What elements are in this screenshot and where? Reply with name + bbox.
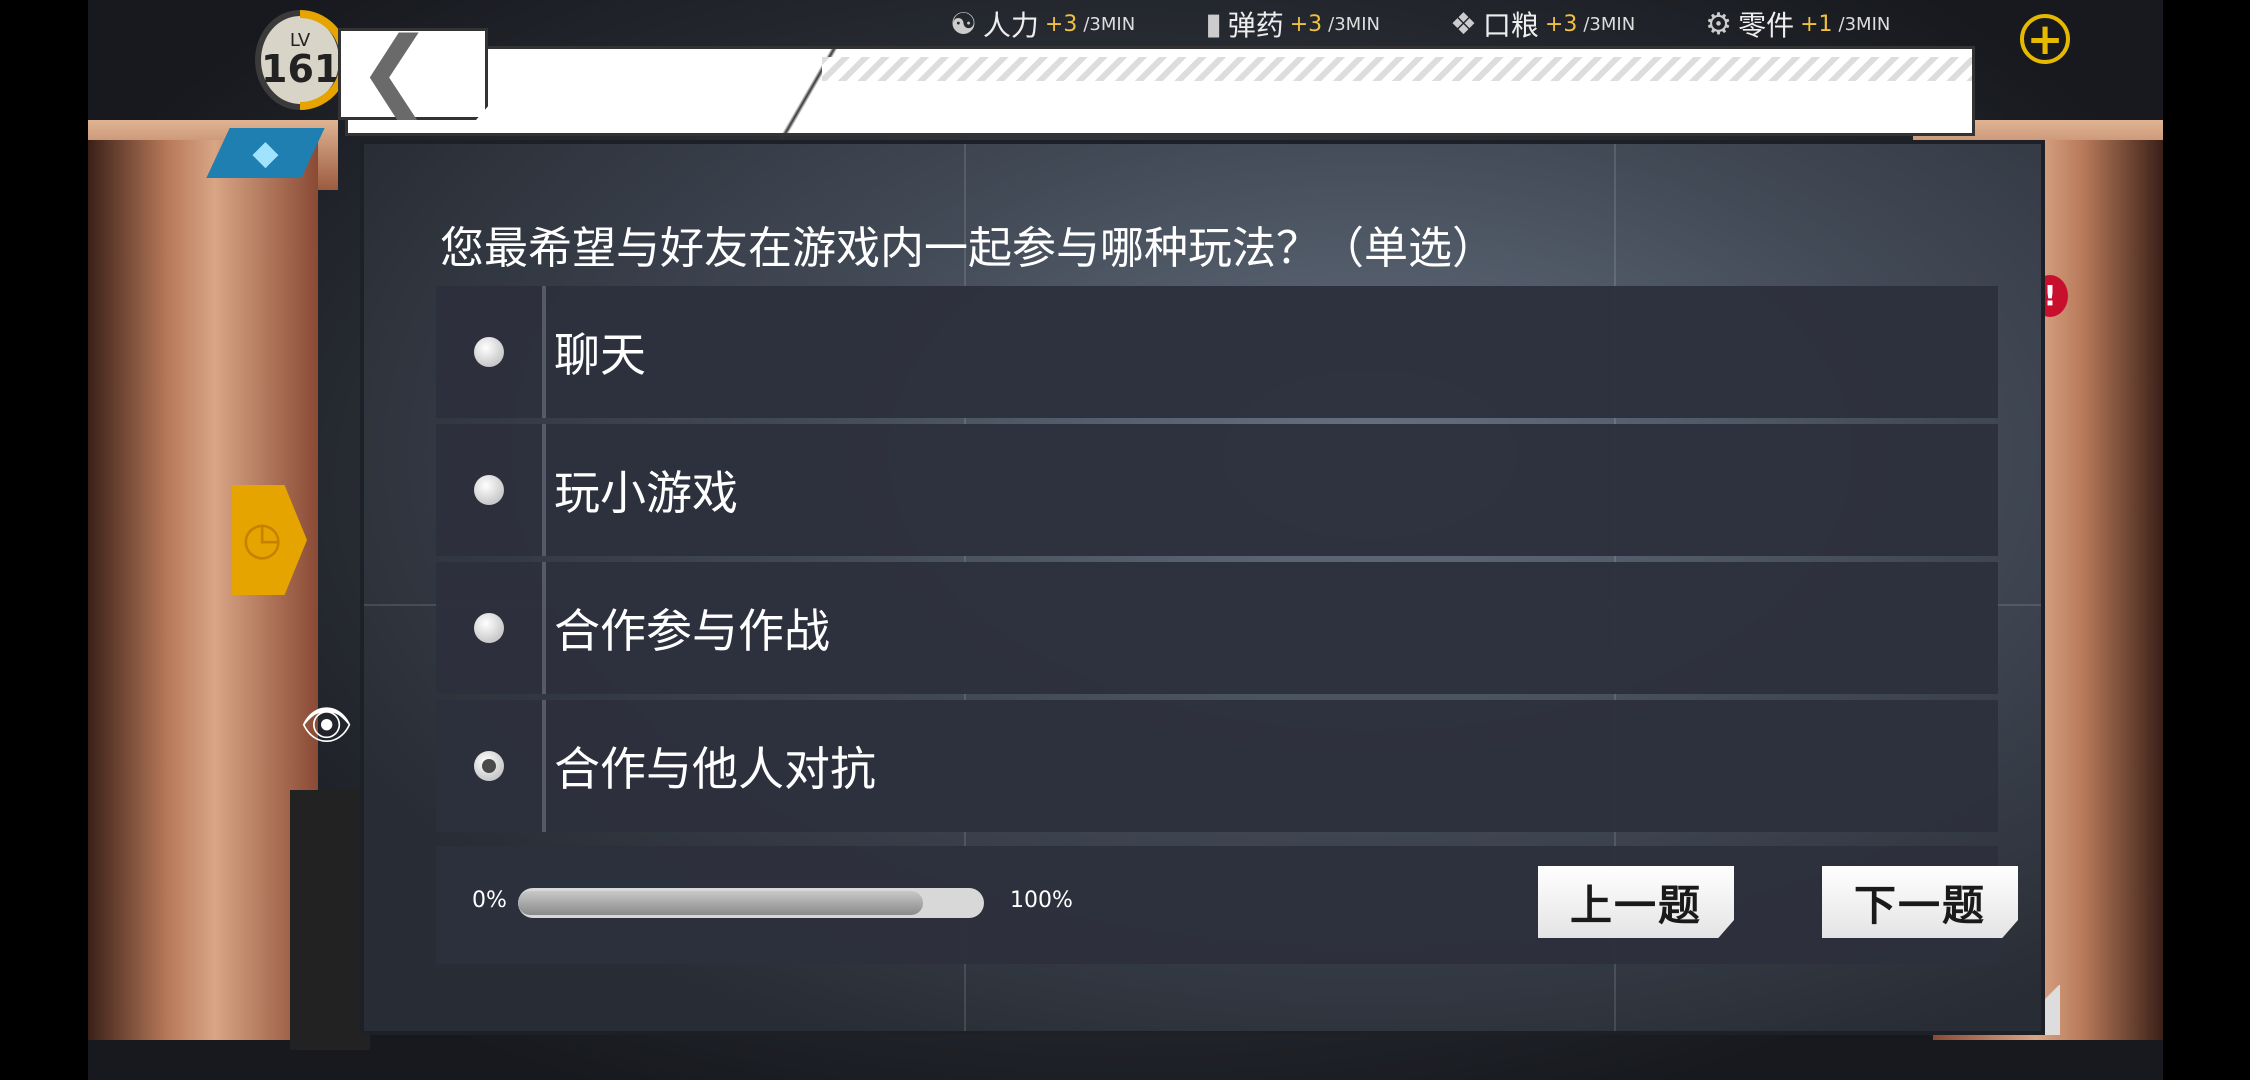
resource-name: 弹药 (1227, 9, 1284, 42)
resource-ammo: ▮ 弹药 +3/3MIN (1205, 4, 1380, 44)
eye-icon[interactable]: 👁 (300, 700, 353, 750)
resource-unit: /3MIN (1838, 13, 1891, 35)
resource-name: 人力 (982, 9, 1039, 42)
ration-icon: ❖ (1449, 6, 1477, 42)
radio-cell[interactable] (436, 424, 546, 556)
resource-rate: +3 (1544, 11, 1578, 37)
resource-manpower: ☯ 人力 +3/3MIN (950, 4, 1135, 44)
resource-unit: /3MIN (1328, 13, 1380, 35)
option-label: 合作与他人对抗 (554, 742, 876, 796)
survey-option[interactable]: 合作参与作战 (436, 562, 1998, 694)
gear-icon: ⚙ (1705, 6, 1733, 42)
option-label: 玩小游戏 (554, 466, 738, 520)
radio-cell[interactable] (436, 562, 546, 694)
survey-option[interactable]: 聊天 (436, 286, 1998, 418)
progress-start-label: 0% (472, 888, 507, 913)
back-button[interactable]: ❮ (338, 28, 488, 120)
survey-footer: 0% 100% 上一题 下一题 (436, 846, 2018, 964)
resource-name: 口粮 (1482, 9, 1539, 42)
next-question-button[interactable]: 下一题 (1822, 866, 2018, 938)
radio-button[interactable] (474, 475, 504, 505)
radio-button[interactable] (474, 337, 504, 367)
progress-fill (518, 891, 924, 915)
header-stripes (822, 57, 1972, 81)
resource-parts: ⚙ 零件 +1/3MIN (1705, 4, 1890, 44)
add-resource-button[interactable]: + (2020, 14, 2070, 64)
resource-rate: +1 (1800, 11, 1833, 37)
option-label: 合作参与作战 (554, 604, 830, 658)
people-icon: ☯ (950, 6, 977, 42)
previous-question-button[interactable]: 上一题 (1538, 866, 1734, 938)
clock-icon: ◷ (242, 511, 283, 565)
radio-button[interactable] (474, 751, 504, 781)
resource-ration: ❖ 口粮 +3/3MIN (1450, 4, 1635, 44)
radio-button[interactable] (474, 613, 504, 643)
survey-option[interactable]: 合作与他人对抗 (436, 700, 1998, 832)
survey-question: 您最希望与好友在游戏内一起参与哪种玩法？（单选） (440, 223, 1496, 274)
diamond-icon: ◆ (252, 133, 279, 173)
radio-cell[interactable] (436, 700, 546, 832)
option-list: 聊天 玩小游戏 合作参与作战 合作与他人对抗 (436, 286, 1998, 838)
chevron-left-icon: ❮ (357, 18, 433, 123)
survey-option[interactable]: 玩小游戏 (436, 424, 1998, 556)
left-event-card[interactable] (290, 790, 370, 1050)
resource-rate: +3 (1289, 11, 1323, 37)
resource-rate: +3 (1044, 11, 1078, 37)
resource-unit: /3MIN (1083, 13, 1136, 35)
ammo-icon: ▮ (1205, 6, 1222, 42)
survey-dialog: 您最希望与好友在游戏内一起参与哪种玩法？（单选） 聊天 玩小游戏 合作参与作战 … (360, 140, 2045, 1035)
progress-end-label: 100% (1010, 888, 1073, 913)
radio-cell[interactable] (436, 286, 546, 418)
resource-name: 零件 (1738, 9, 1795, 42)
gem-badge[interactable]: ◆ (206, 128, 325, 178)
progress-bar (518, 888, 984, 918)
option-label: 聊天 (554, 328, 646, 382)
dialog-header (345, 46, 1975, 139)
resource-unit: /3MIN (1583, 13, 1636, 35)
resource-bar: ☯ 人力 +3/3MIN ▮ 弹药 +3/3MIN ❖ 口粮 +3/3MIN ⚙… (950, 0, 1890, 48)
